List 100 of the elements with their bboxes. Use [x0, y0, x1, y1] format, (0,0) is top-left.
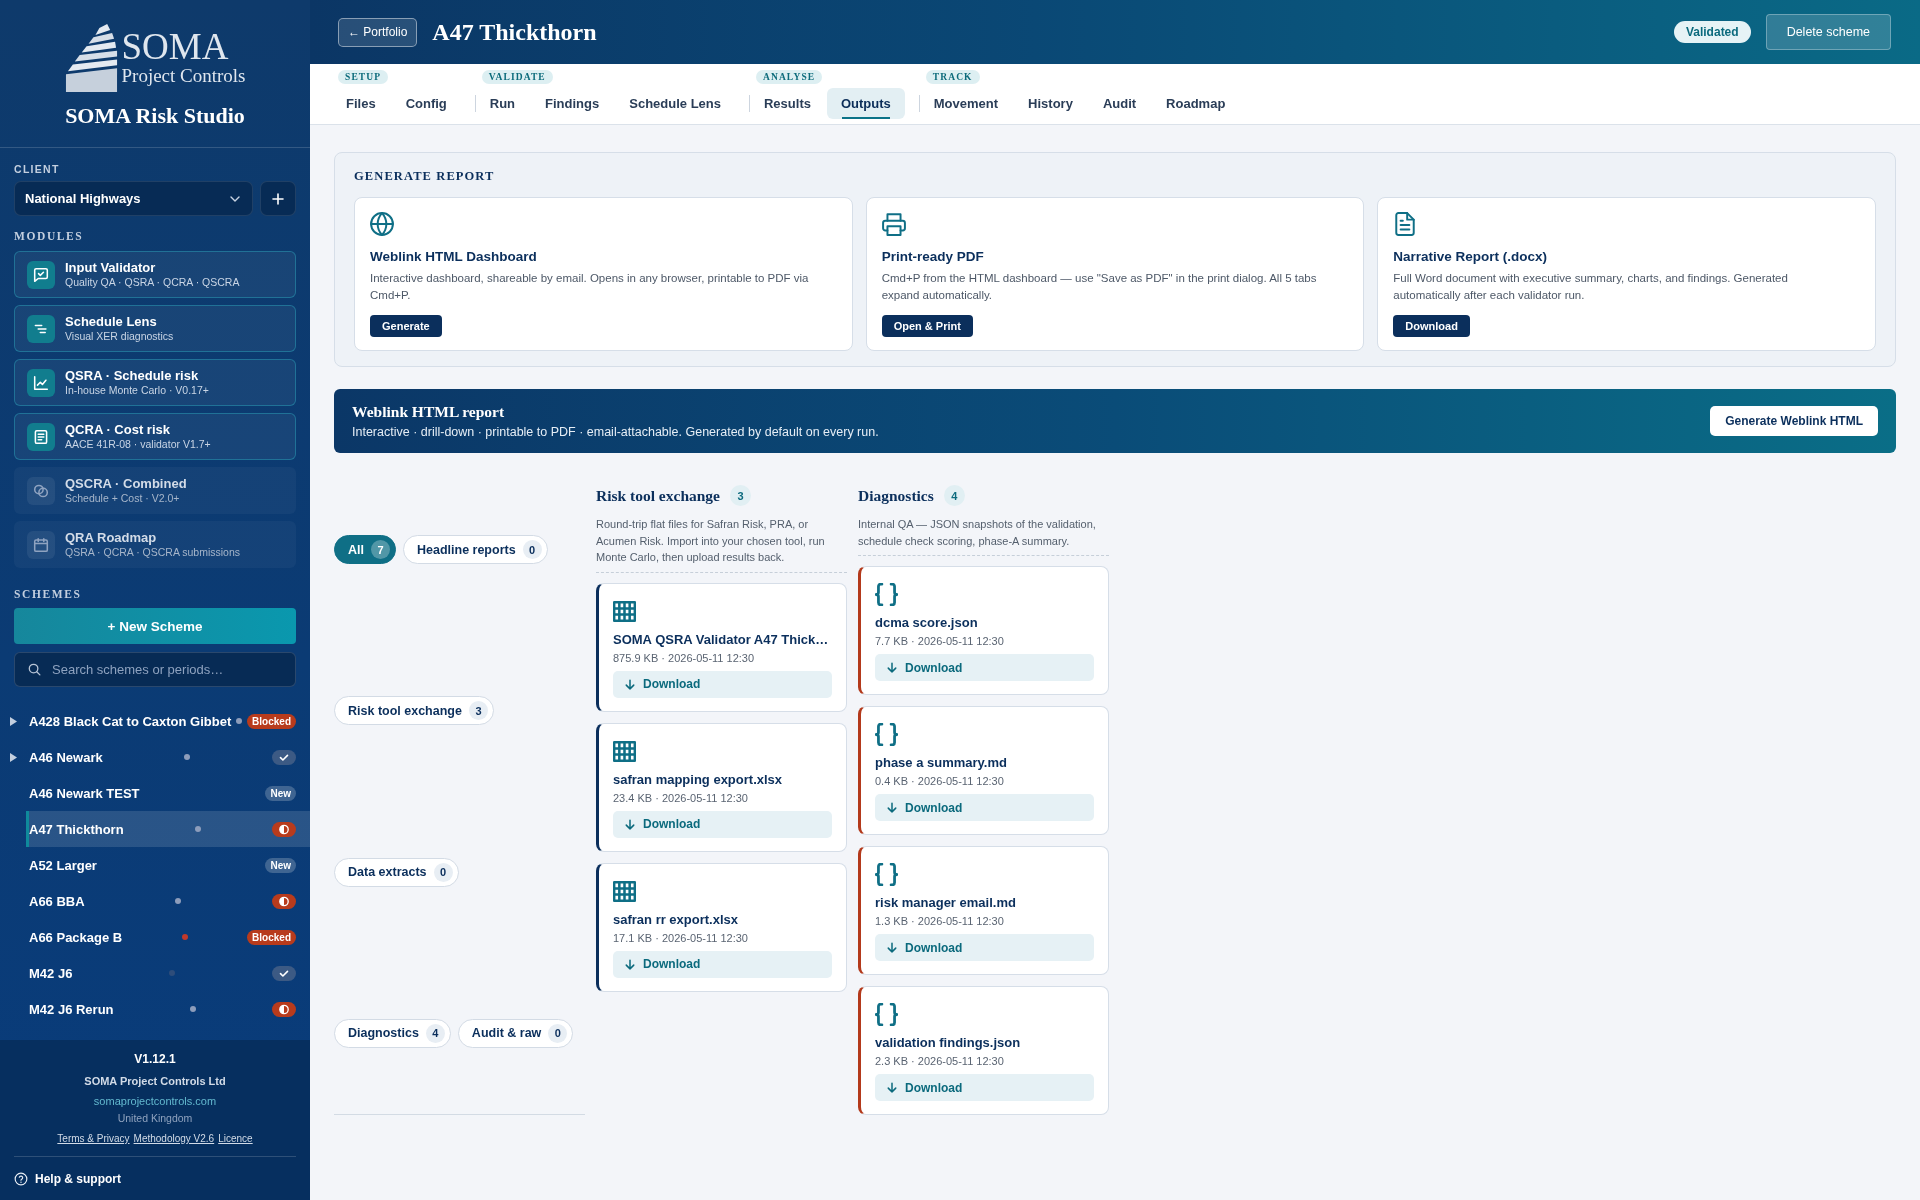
tab-group-label: VALIDATE — [481, 70, 553, 84]
download-button[interactable]: Download — [875, 934, 1094, 961]
tab-group-label: ANALYSE — [756, 70, 823, 84]
download-button[interactable]: Download — [613, 810, 832, 838]
report-button[interactable]: Open & Print — [881, 315, 973, 337]
scheme-item[interactable]: A428 Black Cat to Caxton Gibbet Blocked — [26, 703, 310, 739]
tab[interactable]: Config — [391, 88, 461, 119]
search-field[interactable]: Search schemes or periods… — [14, 652, 296, 687]
client-select[interactable]: National Highways — [14, 181, 253, 216]
module-subtitle: In-house Monte Carlo · V0.17+ — [65, 384, 209, 397]
report-button[interactable]: Download — [1393, 315, 1470, 337]
module-card[interactable]: QSRA · Schedule risk In-house Monte Carlo · V0.17+ — [14, 359, 296, 406]
file-meta: 1.3 KB · 2026-05-11 12:30 — [875, 914, 1005, 928]
download-button[interactable]: Download — [875, 654, 1094, 681]
footer-link[interactable]: Licence — [218, 1132, 253, 1146]
download-button[interactable]: Download — [875, 794, 1094, 821]
report-title: Print-ready PDF — [881, 248, 984, 266]
website-link[interactable]: somaprojectcontrols.com — [93, 1095, 217, 1107]
download-button[interactable]: Download — [613, 670, 832, 698]
app-name: SOMA Risk Studio — [65, 104, 245, 128]
file-meta: 7.7 KB · 2026-05-11 12:30 — [875, 634, 1005, 648]
tab[interactable]: History — [1014, 88, 1087, 119]
caret-right-icon[interactable] — [9, 716, 17, 726]
status-badge: Blocked — [247, 713, 296, 729]
scheme-item[interactable]: A66 BBA — [26, 883, 310, 919]
half-circle-badge-icon — [272, 821, 296, 837]
module-title: QCRA · Cost risk — [65, 422, 170, 438]
caret-right-icon[interactable] — [9, 752, 17, 762]
filter-chip[interactable]: Data extracts 0 — [334, 857, 459, 887]
section-description: Round-trip flat files for Safran Risk, PRA, or Acumen Risk. Import into your chosen tool, run Monte Carlo, then upload results back. — [596, 516, 847, 573]
status-badge: Validated — [1673, 21, 1751, 43]
download-button[interactable]: Download — [613, 950, 832, 978]
braces-icon — [875, 863, 898, 886]
tab[interactable]: Results — [750, 88, 825, 119]
report-button[interactable]: Generate — [370, 315, 442, 337]
tab-group-label: SETUP — [338, 70, 389, 84]
module-card[interactable]: Input Validator Quality QA · QSRA · QCRA · QSCRA — [14, 251, 296, 298]
printer-icon — [881, 212, 906, 236]
grid-icon — [613, 739, 636, 763]
file-meta: 0.4 KB · 2026-05-11 12:30 — [875, 774, 1005, 788]
filter-count: 3 — [468, 701, 488, 721]
filter-chip[interactable]: Audit & raw 0 — [457, 1018, 574, 1048]
generate-weblink-button[interactable]: Generate Weblink HTML — [1710, 406, 1878, 436]
tab[interactable]: Movement — [919, 88, 1013, 119]
delete-button[interactable]: Delete scheme — [1765, 14, 1891, 50]
file-name: safran rr export.xlsx — [613, 910, 739, 928]
tab[interactable]: Findings — [531, 88, 614, 119]
scheme-item[interactable]: A46 Newark TEST New — [26, 775, 310, 811]
footer-link[interactable]: Terms & Privacy — [57, 1132, 130, 1146]
download-icon — [887, 1082, 897, 1093]
file-meta: 17.1 KB · 2026-05-11 12:30 — [613, 930, 749, 945]
section-description: Internal QA — JSON snapshots of the validation, schedule check scoring, phase-A summary. — [858, 516, 1109, 556]
scheme-item[interactable]: M42 J6 Rerun — [26, 991, 310, 1027]
back-button[interactable]: ← Portfolio — [338, 17, 418, 47]
section-title: Diagnostics — [858, 485, 934, 506]
download-button[interactable]: Download — [875, 1074, 1094, 1101]
report-title: Weblink HTML Dashboard — [370, 248, 537, 266]
file-name: risk manager email.md — [875, 894, 1017, 911]
braces-icon — [875, 583, 898, 606]
tab[interactable]: Audit — [1088, 88, 1151, 119]
check-badge-icon — [272, 965, 296, 981]
tab[interactable]: Schedule Lens — [615, 88, 735, 119]
tab[interactable]: Outputs — [826, 88, 905, 119]
document-icon — [1393, 212, 1418, 236]
download-icon — [887, 662, 897, 673]
scheme-item[interactable]: A66 Package B Blocked — [26, 919, 310, 955]
section-label: CLIENT — [14, 163, 60, 175]
filter-count: 0 — [433, 862, 453, 882]
scheme-item[interactable]: A46 Newark — [26, 739, 310, 775]
tab[interactable]: Files — [332, 88, 390, 119]
report-description: Cmd+P from the HTML dashboard — use "Save as PDF" in the print dialog. All 5 tabs expand automatically. — [881, 271, 1318, 303]
module-subtitle: AACE 41R-08 · validator V1.7+ — [65, 438, 211, 451]
download-icon — [625, 818, 635, 830]
module-title: Schedule Lens — [65, 314, 157, 330]
footer-link[interactable]: Methodology V2.6 — [133, 1132, 215, 1146]
tab[interactable]: Run — [475, 88, 530, 119]
help-link[interactable]: Help & support — [14, 1170, 121, 1188]
filter-chip[interactable]: All 7 — [334, 535, 396, 565]
filter-chip[interactable]: Diagnostics 4 — [334, 1018, 451, 1048]
add-client-button[interactable] — [260, 181, 296, 216]
braces-icon — [875, 1003, 898, 1026]
globe-icon — [370, 212, 394, 236]
scheme-item[interactable]: A47 Thickthorn — [26, 811, 310, 847]
banner-title: Weblink HTML report — [352, 402, 506, 422]
line-chart-icon — [27, 368, 55, 397]
new-scheme-button[interactable]: + New Scheme — [14, 608, 296, 644]
module-card[interactable]: QCRA · Cost risk AACE 41R-08 · validator V1.7+ — [14, 413, 296, 460]
module-card[interactable]: Schedule Lens Visual XER diagnostics — [14, 305, 296, 352]
tab[interactable]: Roadmap — [1152, 88, 1240, 119]
filter-count: 0 — [522, 540, 542, 560]
filter-chip[interactable]: Headline reports 0 — [403, 535, 548, 565]
filter-chip[interactable]: Risk tool exchange 3 — [334, 696, 494, 726]
module-title: Input Validator — [65, 260, 156, 276]
module-subtitle: Visual XER diagnostics — [65, 330, 174, 343]
scheme-item[interactable]: M42 J6 — [26, 955, 310, 991]
scheme-item[interactable]: A52 Larger New — [26, 847, 310, 883]
page-title: A47 Thickthorn — [432, 18, 597, 47]
section-count: 4 — [943, 485, 965, 506]
file-meta: 2.3 KB · 2026-05-11 12:30 — [875, 1054, 1005, 1068]
file-meta: 875.9 KB · 2026-05-11 12:30 — [613, 650, 756, 665]
